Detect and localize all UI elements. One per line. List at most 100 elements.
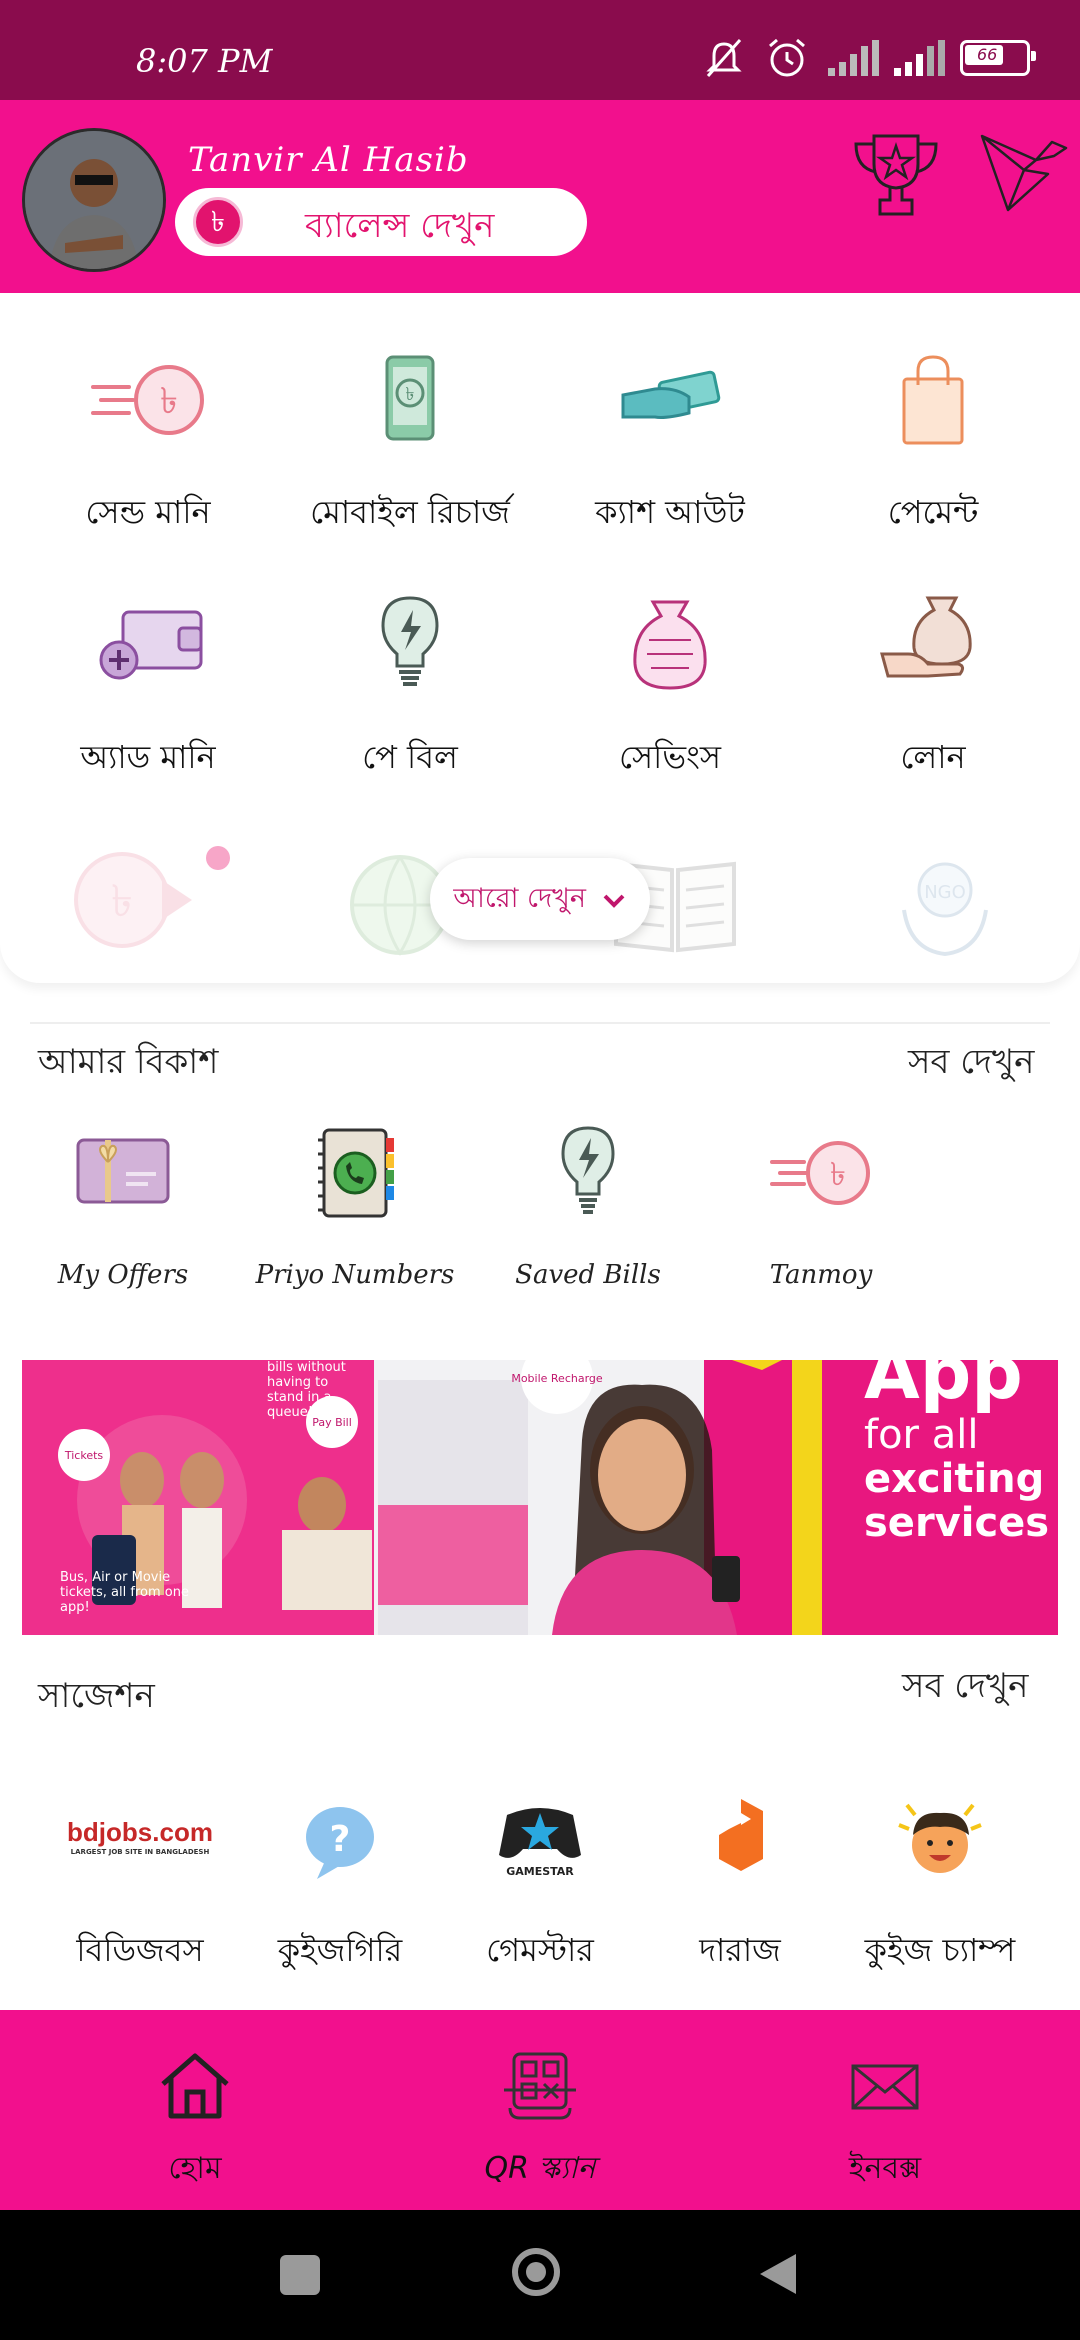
nav-label: QR স্ক্যান [484, 2151, 596, 2186]
my-bkash-item-saved-bills[interactable]: Saved Bills [473, 1118, 703, 1290]
service-cash-out[interactable]: ক্যাশ আউট [540, 335, 800, 541]
send-money-icon: ৳ [770, 1141, 870, 1205]
service-label: অ্যাড মানি [80, 738, 216, 776]
taka-icon: ৳ [193, 197, 243, 247]
suggestion-label: কুইজগিরি [277, 1931, 403, 1969]
status-icons: 66 [700, 36, 1036, 80]
payment-bag-icon [902, 355, 964, 445]
service-label: সেন্ড মানি [85, 493, 211, 531]
my-bkash-item-priyo[interactable]: Priyo Numbers [240, 1118, 470, 1290]
svg-text:৳: ৳ [111, 876, 133, 927]
back-button[interactable] [756, 2250, 800, 2298]
banner-headline-top: App [864, 1360, 1023, 1415]
suggestion-quizgiri[interactable]: ? কুইজগিরি [240, 1795, 440, 1979]
bkash-bird-logo-icon [980, 134, 1068, 212]
banner-bubble-tickets: Tickets [64, 1449, 104, 1462]
profile-photo-icon [25, 131, 163, 269]
user-name: Tanvir Al Hasib [188, 140, 469, 180]
cash-out-icon [621, 370, 721, 419]
my-bkash-item-label: Priyo Numbers [255, 1260, 455, 1290]
qr-scan-icon [504, 2052, 576, 2120]
svg-text:৳: ৳ [830, 1155, 846, 1193]
suggestion-quiz-champ[interactable]: কুইজ চ্যাম্প [840, 1795, 1040, 1979]
service-mobile-recharge[interactable]: ৳ মোবাইল রিচার্জ [280, 335, 540, 541]
banner-bubble-recharge: Mobile Recharge [511, 1372, 603, 1385]
bulb-icon [561, 1126, 615, 1214]
service-loan[interactable]: লোন [803, 580, 1063, 786]
service-label: সেভিংস [618, 738, 722, 776]
notification-dot [206, 846, 230, 870]
suggestion-label: কুইজ চ্যাম্প [864, 1931, 1016, 1969]
divider [30, 1022, 1050, 1024]
daraz-logo-icon [719, 1799, 763, 1871]
status-time: 8:07 PM [136, 42, 273, 80]
banner-line-2: exciting [864, 1456, 1044, 1502]
my-bkash-item-tanmoy[interactable]: ৳ Tanmoy [706, 1118, 936, 1290]
service-add-money[interactable]: অ্যাড মানি [18, 580, 278, 786]
signal-icon [828, 40, 879, 76]
service-payment[interactable]: পেমেন্ট [803, 335, 1063, 541]
balance-button[interactable]: ৳ ব্যালেন্স দেখুন [175, 188, 587, 256]
svg-text:৳: ৳ [406, 384, 415, 405]
home-icon [161, 2053, 229, 2119]
gift-card-icon [76, 1138, 170, 1204]
suggestion-gamestar[interactable]: GAMESTAR গেমস্টার [440, 1795, 640, 1979]
battery-icon: 66 [960, 40, 1036, 76]
quiz-bubble-icon: ? [306, 1807, 374, 1879]
service-pay-bill[interactable]: পে বিল [280, 580, 540, 786]
service-label: পেমেন্ট [887, 493, 979, 531]
balance-label: ব্যালেন্স দেখুন [305, 206, 495, 246]
my-bkash-item-offers[interactable]: My Offers [8, 1118, 238, 1290]
recents-button[interactable] [280, 2255, 320, 2295]
avatar[interactable] [22, 128, 166, 272]
quiz-mark: ? [330, 1819, 351, 1860]
send-money-icon: ৳ [91, 365, 204, 435]
pay-bill-bulb-icon [381, 596, 439, 686]
mobile-recharge-icon: ৳ [385, 355, 435, 441]
phone-book-icon [318, 1128, 394, 1218]
nav-label: ইনবক্স [848, 2151, 922, 2186]
nav-inbox[interactable]: ইনবক্স [775, 2046, 995, 2195]
suggestion-daraz[interactable]: দারাজ [640, 1795, 840, 1979]
my-bkash-item-label: Saved Bills [515, 1260, 661, 1290]
promo-banner[interactable]: App for all exciting services Tickets Pa… [22, 1360, 1058, 1635]
suggestion-bdjobs[interactable]: bdjobs.com LARGEST JOB SITE IN BANGLADES… [40, 1795, 240, 1979]
nav-label: হোম [168, 2151, 222, 2186]
service-label: ক্যাশ আউট [595, 493, 745, 531]
quiz-champ-face-icon [898, 1803, 982, 1873]
service-label: মোবাইল রিচার্জ [310, 493, 510, 531]
banner-bubble-bus: Bus, Air or Movie tickets, all from one … [60, 1570, 189, 1615]
service-label: পে বিল [362, 738, 458, 776]
loan-hand-icon [880, 596, 972, 678]
service-send-money[interactable]: ৳ সেন্ড মানি [18, 335, 278, 541]
svg-text:NGO: NGO [924, 882, 966, 903]
alarm-icon [769, 38, 805, 77]
banner-bubble-queue: bills without having to stand in a queue… [267, 1360, 346, 1420]
svg-text:৳: ৳ [160, 381, 178, 422]
service-savings[interactable]: সেভিংস [540, 580, 800, 786]
my-bkash-title: আমার বিকাশ [38, 1042, 219, 1082]
suggestion-label: দারাজ [699, 1931, 781, 1969]
home-button[interactable] [512, 2248, 560, 2296]
my-bkash-item-label: Tanmoy [769, 1260, 873, 1290]
bdjobs-logo-icon: bdjobs.com LARGEST JOB SITE IN BANGLADES… [65, 1795, 215, 1885]
signal-icon-2 [894, 40, 945, 76]
nav-home[interactable]: হোম [85, 2046, 305, 2195]
see-more-button[interactable]: আরো দেখুন [430, 858, 650, 940]
gamestar-text: GAMESTAR [506, 1865, 574, 1878]
savings-bag-icon [633, 600, 707, 690]
chevron-down-icon [603, 894, 625, 908]
banner-line-1: for all [864, 1412, 978, 1458]
see-more-label: আরো দেখুন [453, 883, 586, 914]
my-bkash-item-label: My Offers [57, 1260, 189, 1290]
trophy-icon[interactable] [848, 130, 944, 220]
service-label: লোন [900, 738, 966, 776]
nav-qr-scan[interactable]: QR স্ক্যান [430, 2046, 650, 2195]
ngo-donation-icon: NGO [902, 862, 988, 957]
suggestion-label: বিডিজবস [76, 1931, 204, 1969]
suggestions-see-all[interactable]: সব দেখুন [902, 1660, 1028, 1717]
bdjobs-logo-text: bdjobs.com [67, 1817, 213, 1847]
my-bkash-see-all[interactable]: সব দেখুন [908, 1036, 1034, 1093]
suggestions-title: সাজেশন [38, 1676, 155, 1716]
inbox-envelope-icon [851, 2064, 919, 2110]
